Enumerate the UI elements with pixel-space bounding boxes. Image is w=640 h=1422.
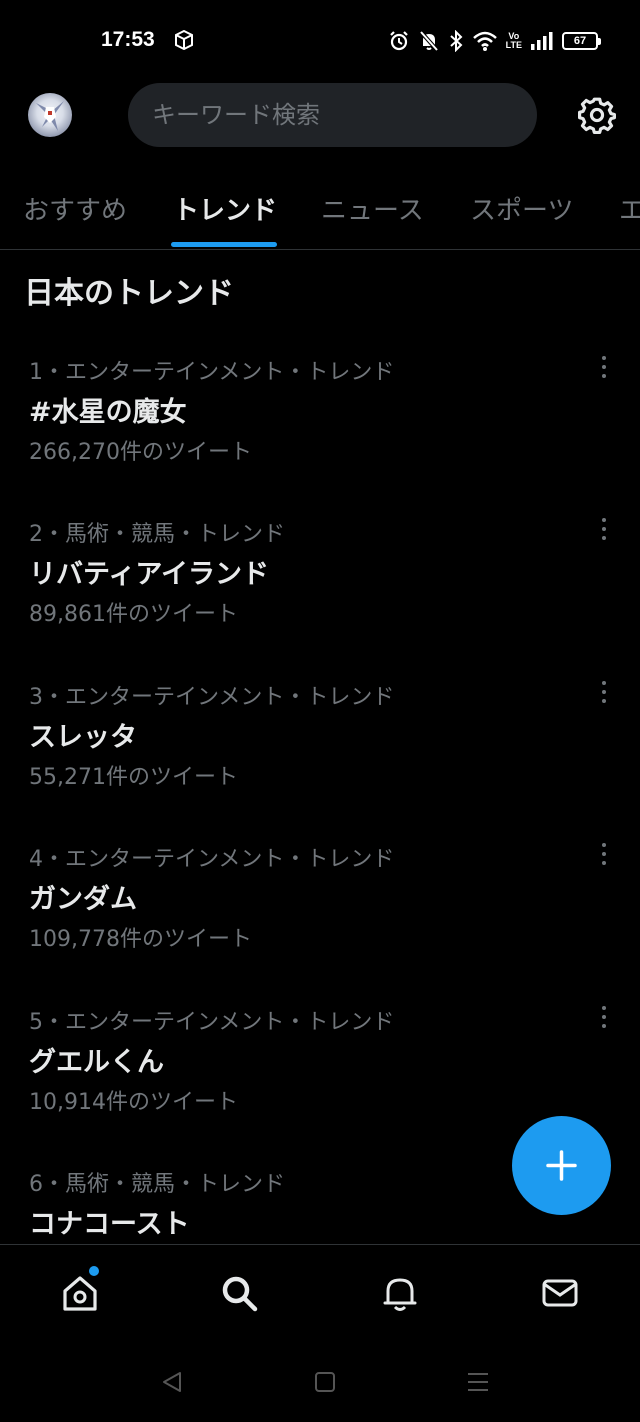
- mute-bell-icon: [419, 30, 439, 52]
- system-nav: [0, 1340, 640, 1422]
- wifi-icon: [472, 31, 497, 51]
- trend-title: コナコースト: [29, 1209, 190, 1240]
- tab-bar: おすすめ トレンド ニュース スポーツ エ: [0, 168, 640, 250]
- battery-icon: 67: [562, 32, 601, 50]
- search-icon[interactable]: [219, 1273, 259, 1313]
- signal-icon: [531, 32, 553, 50]
- trend-count: 89,861件のツイート: [29, 602, 238, 627]
- tab-sports[interactable]: スポーツ: [470, 190, 573, 227]
- tab-entertainment[interactable]: エ: [619, 190, 640, 227]
- trend-meta: 5・エンターテインメント・トレンド: [29, 1010, 395, 1035]
- more-options-icon[interactable]: [594, 843, 614, 869]
- menu-icon[interactable]: [466, 1370, 490, 1394]
- tab-trends[interactable]: トレンド: [173, 190, 277, 227]
- trend-title: リバティアイランド: [29, 559, 270, 590]
- trend-count: 266,270件のツイート: [29, 440, 252, 465]
- mail-icon[interactable]: [540, 1273, 580, 1313]
- trend-count: 10,914件のツイート: [29, 1090, 238, 1115]
- trend-meta: 2・馬術・競馬・トレンド: [29, 522, 285, 547]
- home-notification-dot: [89, 1266, 99, 1276]
- status-bar: 17:53 Vo LTE 67: [0, 0, 640, 82]
- trend-meta: 4・エンターテインメント・トレンド: [29, 847, 395, 872]
- trend-title: ガンダム: [29, 884, 137, 915]
- trend-count: 55,271件のツイート: [29, 765, 238, 790]
- avatar-image: [36, 101, 64, 131]
- trend-title: スレッタ: [29, 722, 137, 753]
- cube-icon: [175, 30, 193, 50]
- trend-item[interactable]: 2・馬術・競馬・トレンド リバティアイランド 89,861件のツイート: [0, 494, 640, 656]
- bell-icon[interactable]: [380, 1273, 420, 1313]
- avatar[interactable]: [28, 93, 72, 137]
- status-icons: Vo LTE 67: [388, 28, 601, 54]
- trend-title: #水星の魔女: [29, 397, 187, 428]
- section-title: 日本のトレンド: [24, 276, 234, 311]
- home-icon[interactable]: [60, 1273, 100, 1313]
- more-options-icon[interactable]: [594, 518, 614, 544]
- bottom-nav: [0, 1244, 640, 1341]
- volte-indicator: Vo LTE: [506, 32, 522, 50]
- trend-meta: 3・エンターテインメント・トレンド: [29, 685, 395, 710]
- trend-list: 1・エンターテインメント・トレンド #水星の魔女 266,270件のツイート 2…: [0, 332, 640, 1244]
- trend-item[interactable]: 3・エンターテインメント・トレンド スレッタ 55,271件のツイート: [0, 657, 640, 819]
- status-time: 17:53: [101, 28, 155, 51]
- gear-icon[interactable]: [578, 96, 616, 134]
- trend-item[interactable]: 4・エンターテインメント・トレンド ガンダム 109,778件のツイート: [0, 819, 640, 981]
- more-options-icon[interactable]: [594, 1006, 614, 1032]
- trend-meta: 6・馬術・競馬・トレンド: [29, 1172, 285, 1197]
- back-icon[interactable]: [160, 1370, 184, 1394]
- tab-active-indicator: [171, 242, 277, 247]
- compose-button[interactable]: [512, 1116, 611, 1215]
- trend-meta: 1・エンターテインメント・トレンド: [29, 360, 395, 385]
- trend-title: グエルくん: [29, 1047, 164, 1078]
- search-input[interactable]: [150, 100, 514, 130]
- alarm-icon: [389, 31, 408, 51]
- tab-news[interactable]: ニュース: [321, 190, 424, 227]
- plus-icon: [546, 1150, 577, 1181]
- more-options-icon[interactable]: [594, 356, 614, 382]
- home-square-icon[interactable]: [313, 1370, 337, 1394]
- volte-bottom: LTE: [505, 40, 522, 50]
- more-options-icon[interactable]: [594, 681, 614, 707]
- trend-item[interactable]: 1・エンターテインメント・トレンド #水星の魔女 266,270件のツイート: [0, 332, 640, 494]
- trend-count: 109,778件のツイート: [29, 927, 252, 952]
- tab-recommended[interactable]: おすすめ: [23, 190, 127, 227]
- search-box[interactable]: [128, 83, 537, 147]
- bluetooth-icon: [449, 30, 463, 52]
